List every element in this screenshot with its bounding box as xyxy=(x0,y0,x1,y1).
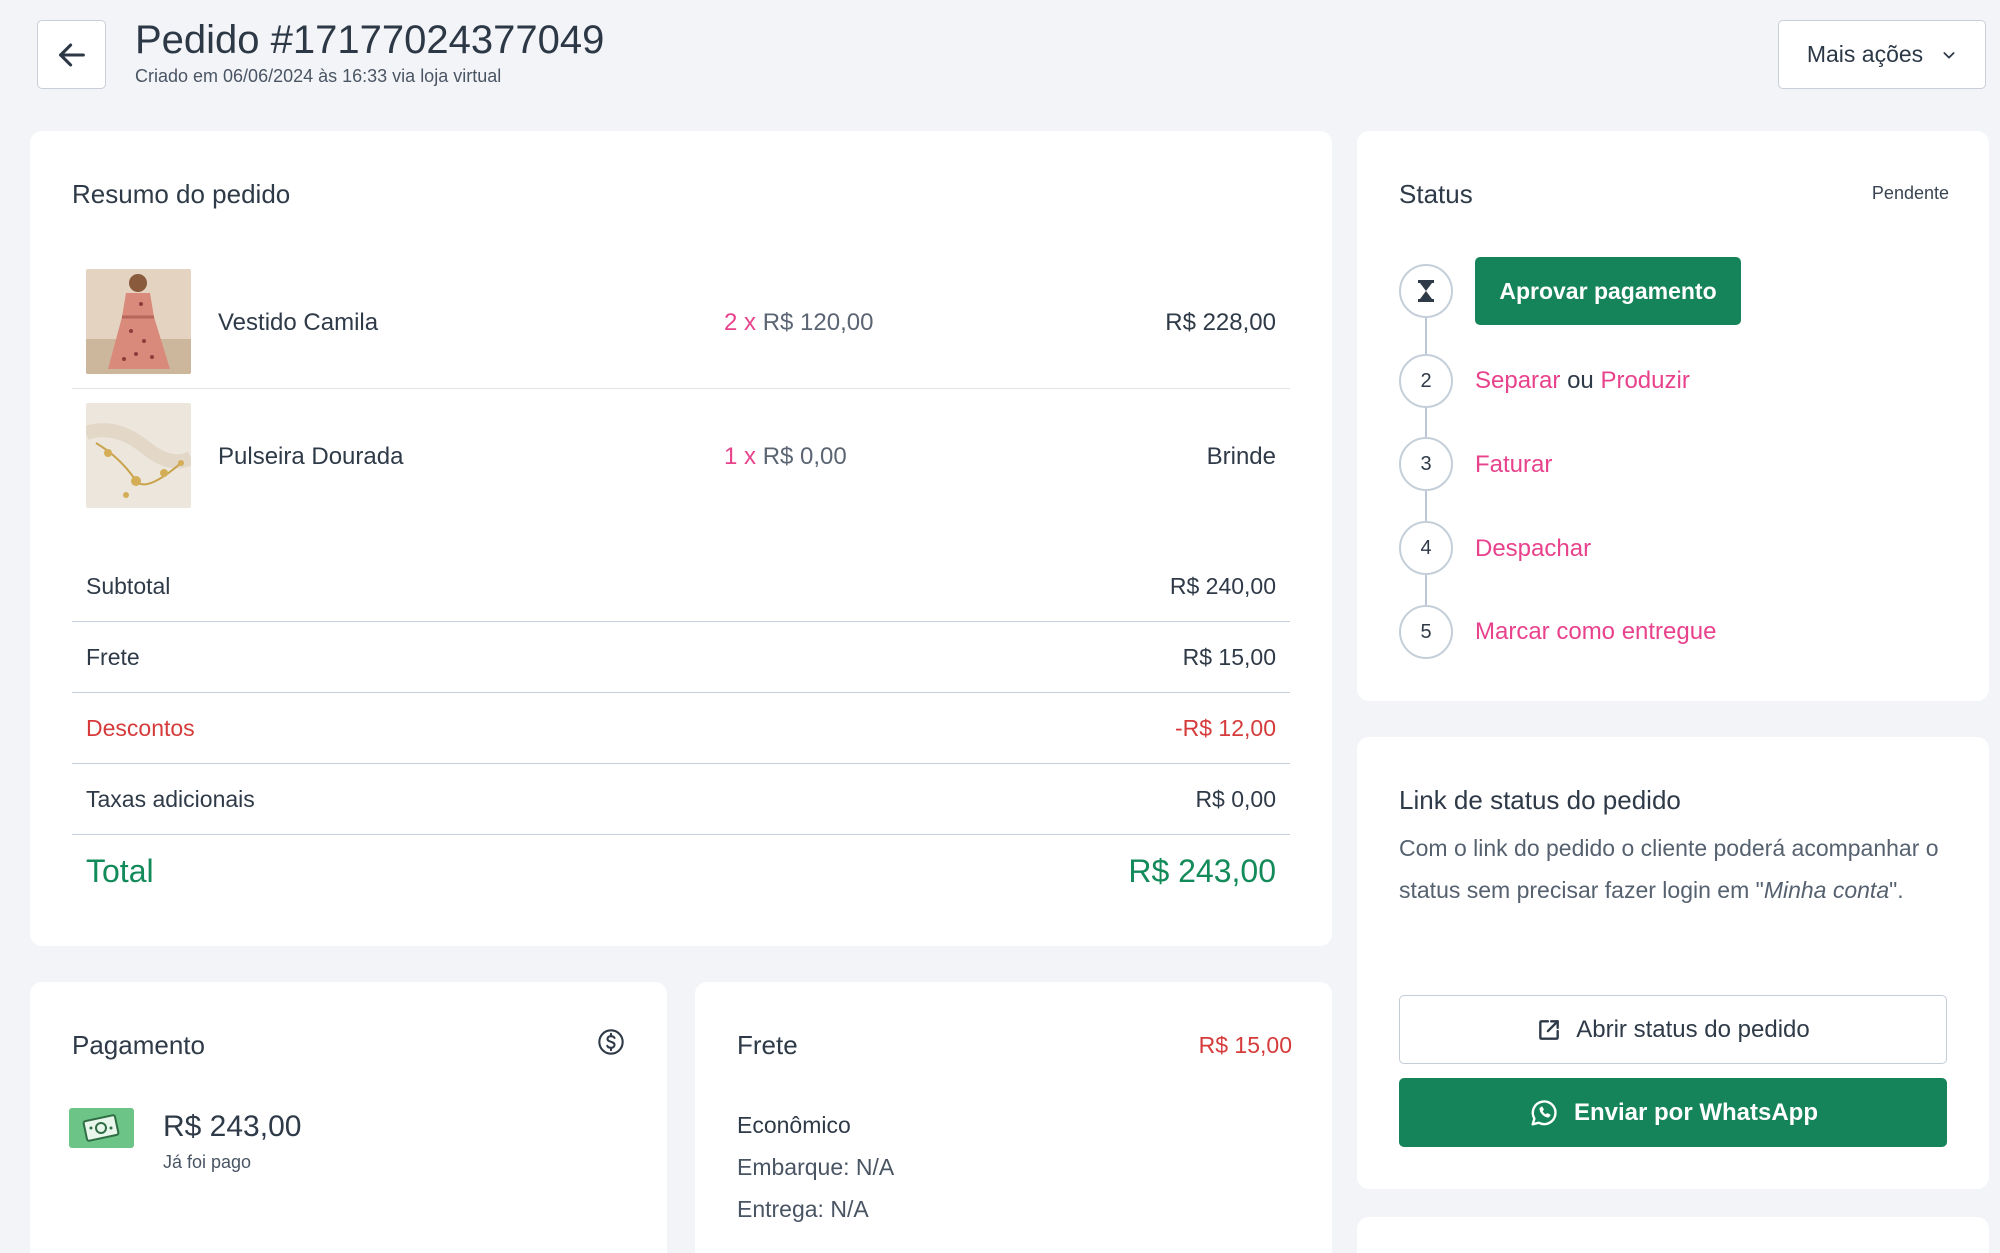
status-title: Status xyxy=(1399,179,1473,209)
link-desc-quote-close: ". xyxy=(1889,877,1904,903)
item-unit-price: R$ 0,00 xyxy=(762,443,847,470)
payment-amount: R$ 243,00 xyxy=(163,1110,302,1143)
item-name: Pulseira Dourada xyxy=(218,443,404,470)
step-1-indicator xyxy=(1399,264,1453,318)
mark-delivered-link[interactable]: Marcar como entregue xyxy=(1475,618,1716,646)
status-card: Status Pendente Aprovar pagamento 2 Sepa… xyxy=(1357,131,1989,701)
order-item-row: Pulseira Dourada 1 x R$ 0,00 Brinde xyxy=(72,389,1290,523)
order-item-row: Vestido Camila 2 x R$ 120,00 R$ 228,00 xyxy=(72,255,1290,389)
send-whatsapp-button[interactable]: Enviar por WhatsApp xyxy=(1399,1078,1947,1147)
payment-title: Pagamento xyxy=(72,1030,205,1060)
discounts-value: -R$ 12,00 xyxy=(1174,715,1276,741)
item-unit-price: R$ 120,00 xyxy=(762,309,874,336)
total-value: R$ 243,00 xyxy=(1128,853,1276,889)
item-name: Vestido Camila xyxy=(218,309,379,336)
arrow-left-icon xyxy=(58,43,85,66)
open-order-status-label: Abrir status do pedido xyxy=(1576,1015,1810,1043)
shipping-value: R$ 15,00 xyxy=(1182,644,1276,670)
shipping-card: Frete R$ 15,00 Econômico Embarque: N/A E… xyxy=(695,982,1332,1253)
step-2-or: ou xyxy=(1567,367,1594,394)
more-actions-label: Mais ações xyxy=(1806,41,1924,67)
shipping-embarque: Embarque: N/A xyxy=(737,1154,895,1180)
separate-link[interactable]: Separar xyxy=(1475,367,1560,394)
product-image xyxy=(86,269,191,374)
cash-icon xyxy=(69,1108,134,1148)
produce-link[interactable]: Produzir xyxy=(1600,367,1689,394)
fees-label: Taxas adicionais xyxy=(86,786,255,812)
order-page: Pedido #17177024377049 Criado em 06/06/2… xyxy=(0,0,2000,1253)
subtotal-value: R$ 240,00 xyxy=(1169,573,1276,599)
item-quantity: 1 x R$ 0,00 xyxy=(724,443,847,471)
shipping-entrega: Entrega: N/A xyxy=(737,1196,869,1222)
step-2-indicator: 2 xyxy=(1399,354,1453,408)
payment-status: Já foi pago xyxy=(163,1152,252,1172)
discounts-row: Descontos -R$ 12,00 xyxy=(72,693,1290,764)
dispatch-link[interactable]: Despachar xyxy=(1475,535,1591,563)
shipping-method: Econômico xyxy=(737,1112,851,1138)
product-image xyxy=(86,403,191,508)
next-card xyxy=(1357,1217,1989,1253)
shipping-price: R$ 15,00 xyxy=(1198,1032,1292,1058)
step-2-text: Separar ou Produzir xyxy=(1475,367,1690,395)
status-badge: Pendente xyxy=(1871,183,1949,203)
page-subtitle: Criado em 06/06/2024 às 16:33 via loja v… xyxy=(135,66,502,86)
item-qty-multiplier: 2 x xyxy=(724,309,757,336)
external-link-icon xyxy=(1539,1019,1560,1040)
fees-value: R$ 0,00 xyxy=(1195,786,1276,812)
item-total: R$ 228,00 xyxy=(1165,309,1276,336)
discounts-label: Descontos xyxy=(86,715,195,741)
link-card-title: Link de status do pedido xyxy=(1399,785,1681,815)
hourglass-icon xyxy=(1418,280,1434,302)
payment-card: Pagamento R$ 243,00 Já foi pago xyxy=(30,982,667,1253)
link-card-description: Com o link do pedido o cliente poderá ac… xyxy=(1399,827,1959,911)
back-button[interactable] xyxy=(37,20,106,89)
shipping-title: Frete xyxy=(737,1030,798,1060)
item-quantity: 2 x R$ 120,00 xyxy=(724,309,873,337)
whatsapp-icon xyxy=(1531,1099,1557,1126)
link-desc-quote-open: " xyxy=(1755,877,1764,903)
approve-payment-button[interactable]: Aprovar pagamento xyxy=(1475,257,1741,325)
shipping-label: Frete xyxy=(86,644,140,670)
subtotal-label: Subtotal xyxy=(86,573,171,599)
item-qty-multiplier: 1 x xyxy=(724,443,757,470)
fees-row: Taxas adicionais R$ 0,00 xyxy=(72,764,1290,835)
page-title: Pedido #17177024377049 xyxy=(135,18,605,62)
step-5-indicator: 5 xyxy=(1399,605,1453,659)
send-whatsapp-label: Enviar por WhatsApp xyxy=(1573,1098,1819,1126)
summary-title: Resumo do pedido xyxy=(72,179,291,209)
step-3-indicator: 3 xyxy=(1399,437,1453,491)
item-total: Brinde xyxy=(1206,443,1276,470)
chevron-down-icon xyxy=(1943,51,1955,59)
more-actions-button[interactable]: Mais ações xyxy=(1778,20,1986,89)
step-4-indicator: 4 xyxy=(1399,521,1453,575)
order-summary-card: Resumo do pedido Vestido Camila 2 x R$ 1… xyxy=(30,131,1332,946)
shipping-row: Frete R$ 15,00 xyxy=(72,622,1290,693)
total-label: Total xyxy=(86,853,154,889)
my-account-text: Minha conta xyxy=(1763,877,1890,903)
subtotal-row: Subtotal R$ 240,00 xyxy=(72,551,1290,622)
order-link-card: Link de status do pedido Com o link do p… xyxy=(1357,737,1989,1189)
dollar-circle-icon xyxy=(598,1029,624,1055)
invoice-link[interactable]: Faturar xyxy=(1475,451,1552,479)
open-order-status-button[interactable]: Abrir status do pedido xyxy=(1399,995,1947,1064)
